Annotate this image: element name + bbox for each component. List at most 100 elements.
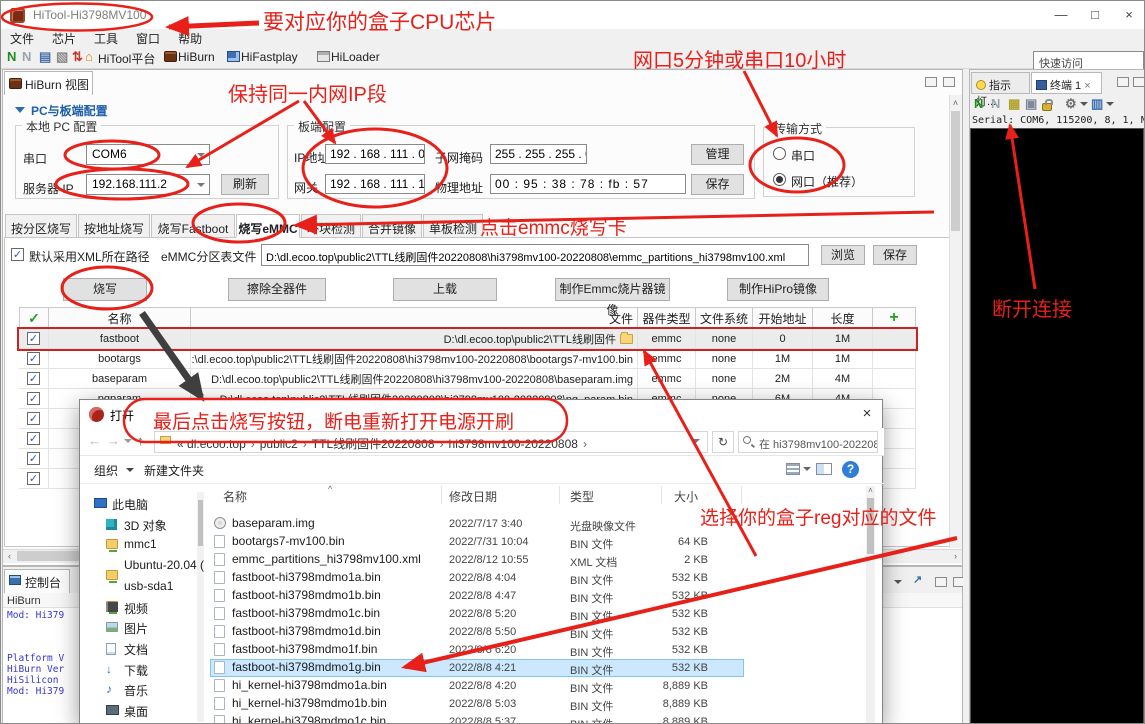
file-list-scrollbar-thumb[interactable] (867, 498, 874, 554)
disconnect-icon[interactable]: N (22, 48, 31, 66)
transfer-radio-serial[interactable] (773, 147, 786, 160)
view-mode-caret-icon[interactable] (803, 467, 811, 475)
gateway-field[interactable]: 192 . 168 . 111 . 1 (325, 174, 425, 194)
row-checkbox[interactable] (27, 472, 40, 485)
refresh-button[interactable]: 刷新 (221, 174, 269, 195)
plug-icon[interactable]: ▧ (56, 48, 68, 66)
tab-close-icon[interactable]: × (1081, 80, 1090, 92)
breadcrumb[interactable]: « dl.ecoo.top›public2›TTL线刷固件20220808›hi… (154, 431, 708, 453)
disconnect-icon[interactable]: N (991, 96, 1000, 111)
row-checkbox[interactable] (27, 412, 40, 425)
action-button-1[interactable]: 擦除全器件 (228, 278, 326, 301)
close-button[interactable]: × (1112, 1, 1145, 28)
menu-item[interactable]: 文件 (1, 29, 43, 48)
file-name[interactable]: hi_kernel-hi3798mdmo1b.bin (232, 696, 437, 710)
manage-button[interactable]: 管理 (691, 144, 744, 165)
organize-button[interactable]: 组织 (94, 462, 118, 479)
launcher-3[interactable]: HiLoader (331, 50, 380, 64)
row-checkbox[interactable] (27, 352, 40, 365)
xml-path-checkbox[interactable] (11, 248, 24, 261)
file-name[interactable]: hi_kernel-hi3798mdmo1c.bin (232, 714, 437, 724)
transfer-radio-network[interactable] (773, 173, 786, 186)
new-folder-button[interactable]: 新建文件夹 (144, 462, 204, 479)
sidebar-item[interactable]: 文档 (124, 641, 148, 658)
file-name[interactable]: fastboot-hi3798mdmo1f.bin (232, 642, 437, 656)
launcher-2[interactable]: HiFastplay (241, 50, 298, 64)
terminal-tab-terminal1[interactable]: 终端 1 × (1031, 72, 1102, 94)
scroll-right-icon[interactable]: › (949, 549, 962, 563)
new-terminal-icon-caret[interactable] (1106, 102, 1114, 110)
server-ip-select[interactable]: 192.168.111.2 (86, 174, 210, 195)
breadcrumb-segment[interactable]: TTL线刷固件20220808 (312, 437, 435, 451)
column-header-0[interactable]: 名称 (210, 486, 442, 504)
transfer-icon[interactable]: ⇅ (72, 48, 83, 66)
sidebar-item[interactable]: 视频 (124, 600, 148, 617)
sidebar-item[interactable]: usb-sda1 (124, 579, 173, 593)
preview-pane-icon[interactable] (816, 463, 832, 475)
column-header-1[interactable]: 修改日期 (442, 486, 560, 504)
tab-单板检测[interactable]: 单板检测 (423, 214, 483, 238)
row-checkbox[interactable] (27, 452, 40, 465)
serial-port-select[interactable]: COM6 (86, 144, 210, 165)
action-button-3[interactable]: 制作Emmc烧片器镜像 (555, 278, 670, 301)
view-mode-icon[interactable] (786, 463, 800, 475)
sidebar-item[interactable]: 音乐 (124, 682, 148, 699)
help-icon[interactable]: ? (842, 461, 859, 478)
tab-烧写eMMC[interactable]: 烧写eMMC (236, 214, 300, 238)
menu-item[interactable]: 芯片 (43, 29, 85, 48)
tab-坏块检测[interactable]: 坏块检测 (301, 214, 361, 238)
check-all-icon[interactable]: ✓ (28, 310, 40, 327)
table-icon[interactable]: ▦ (1008, 96, 1020, 112)
up-icon[interactable]: ↑ (137, 433, 144, 448)
edit-window-icon[interactable]: ▤ (39, 48, 51, 66)
file-name[interactable]: fastboot-hi3798mdmo1a.bin (232, 570, 437, 584)
row-checkbox[interactable] (27, 372, 40, 385)
sidebar-item[interactable]: Ubuntu-20.04 ( (124, 558, 204, 572)
file-name[interactable]: bootargs7-mv100.bin (232, 534, 437, 548)
sidebar-item[interactable]: 图片 (124, 620, 148, 637)
refresh-icon[interactable]: ↻ (712, 431, 734, 453)
console-menu-caret-icon[interactable] (894, 580, 902, 588)
breadcrumb-segment[interactable]: hi3798mv100-20220808 (449, 437, 578, 451)
sidebar-item[interactable]: 此电脑 (112, 496, 148, 513)
dialog-close-button[interactable]: × (850, 400, 884, 428)
partition-table-path-field[interactable]: D:\dl.ecoo.top\public2\TTL线刷固件20220808\h… (261, 244, 809, 266)
browse-button[interactable]: 浏览 (821, 245, 865, 265)
sidebar-item[interactable]: 桌面 (124, 703, 148, 720)
column-header-3[interactable]: 大小 (662, 486, 742, 504)
row-checkbox[interactable] (27, 332, 40, 345)
file-scroll-up-icon[interactable]: ˄ (866, 486, 875, 495)
file-name[interactable]: hi_kernel-hi3798mdmo1a.bin (232, 678, 437, 692)
section-collapse-icon[interactable] (15, 107, 25, 113)
ip-field[interactable]: 192 . 168 . 111 . 0 (325, 144, 425, 164)
maximize-button[interactable]: □ (1078, 1, 1112, 28)
sidebar-item[interactable]: 3D 对象 (124, 517, 167, 534)
panel-maximize-icon[interactable] (943, 77, 955, 87)
lock-icon[interactable] (1042, 103, 1052, 111)
launcher-0[interactable]: HiTool平台 (98, 50, 155, 67)
subnet-mask-field[interactable]: 255 . 255 . 255 . 0 (490, 144, 587, 164)
vertical-scrollbar-thumb[interactable] (951, 111, 960, 231)
xml-save-button[interactable]: 保存 (873, 245, 917, 265)
file-name[interactable]: fastboot-hi3798mdmo1d.bin (232, 624, 437, 638)
terminal-maximize-icon[interactable] (1133, 77, 1145, 87)
breadcrumb-segment[interactable]: dl.ecoo.top (187, 437, 246, 451)
file-name[interactable]: fastboot-hi3798mdmo1g.bin (232, 660, 437, 674)
board-save-button[interactable]: 保存 (691, 174, 744, 195)
panel-minimize-icon[interactable] (925, 77, 937, 87)
mac-field[interactable]: 00 : 95 : 38 : 78 : fb : 57 (490, 174, 686, 194)
action-button-2[interactable]: 上载 (393, 278, 497, 301)
browse-file-icon[interactable] (620, 334, 633, 344)
scroll-up-icon[interactable]: ˄ (949, 96, 962, 110)
connect-icon[interactable]: N (7, 48, 16, 66)
file-name[interactable]: baseparam.img (232, 516, 437, 530)
column-header-2[interactable]: 类型 (560, 486, 662, 504)
scroll-left-icon[interactable]: ‹ (3, 549, 16, 563)
menu-item[interactable]: 帮助 (169, 29, 211, 48)
launcher-1[interactable]: HiBurn (178, 50, 215, 64)
tab-烧写Fastboot[interactable]: 烧写Fastboot (151, 214, 235, 238)
settings-icon[interactable]: ⚙ (1065, 96, 1077, 112)
back-icon[interactable]: ← (88, 433, 101, 448)
tab-按分区烧写[interactable]: 按分区烧写 (5, 214, 77, 238)
connect-icon[interactable]: N (974, 96, 983, 111)
